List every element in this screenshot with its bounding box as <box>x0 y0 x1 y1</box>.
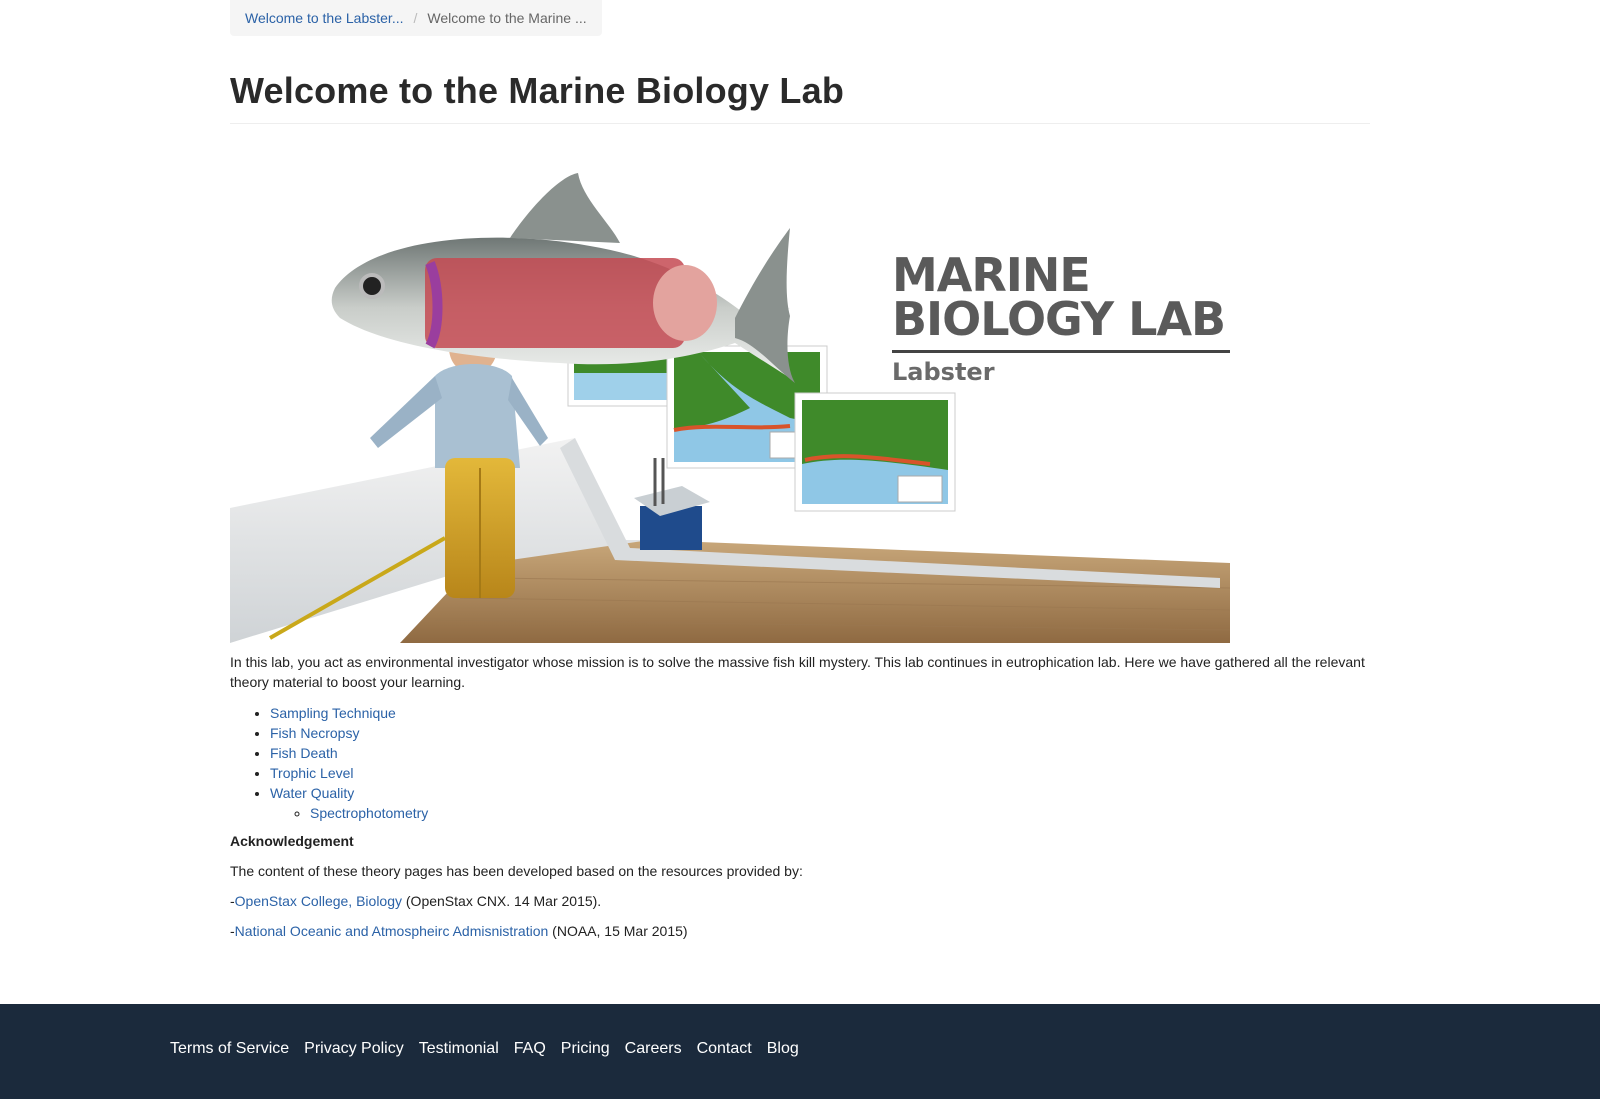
topic-link-fish-necropsy[interactable]: Fish Necropsy <box>270 725 359 741</box>
list-item: Water Quality Spectrophotometry <box>270 783 428 823</box>
footer-link-testimonial[interactable]: Testimonial <box>419 1040 499 1058</box>
cooler <box>634 458 710 550</box>
hero-illustration <box>230 173 1230 643</box>
footer-nav: Terms of Service Privacy Policy Testimon… <box>170 1040 799 1058</box>
acknowledgement-heading: Acknowledgement <box>230 833 354 849</box>
breadcrumb-separator: / <box>413 10 418 26</box>
map-panel-3 <box>794 392 956 512</box>
title-divider <box>230 123 1370 124</box>
noaa-link[interactable]: National Oceanic and Atmospheirc Admisni… <box>235 923 549 939</box>
hero-image: MARINE BIOLOGY LAB Labster <box>230 168 1230 643</box>
topic-link-spectrophotometry[interactable]: Spectrophotometry <box>310 805 428 821</box>
acknowledgement-text: The content of these theory pages has be… <box>230 863 803 879</box>
list-item: Fish Necropsy <box>270 723 428 743</box>
reference-suffix: (NOAA, 15 Mar 2015) <box>548 923 688 939</box>
list-item: Spectrophotometry <box>310 803 428 823</box>
reference-suffix: (OpenStax CNX. 14 Mar 2015). <box>402 893 602 909</box>
topic-link-sampling-technique[interactable]: Sampling Technique <box>270 705 396 721</box>
list-item: Sampling Technique <box>270 703 428 723</box>
breadcrumb: Welcome to the Labster... / Welcome to t… <box>230 0 602 36</box>
breadcrumb-current: Welcome to the Marine ... <box>427 10 587 26</box>
footer-link-pricing[interactable]: Pricing <box>561 1040 610 1058</box>
topic-link-water-quality[interactable]: Water Quality <box>270 785 354 801</box>
footer-link-blog[interactable]: Blog <box>767 1040 799 1058</box>
subtopic-list: Spectrophotometry <box>270 803 428 823</box>
footer-link-faq[interactable]: FAQ <box>514 1040 546 1058</box>
list-item: Trophic Level <box>270 763 428 783</box>
topic-link-trophic-level[interactable]: Trophic Level <box>270 765 354 781</box>
footer-link-privacy-policy[interactable]: Privacy Policy <box>304 1040 404 1058</box>
intro-paragraph: In this lab, you act as environmental in… <box>230 654 1365 690</box>
footer: Terms of Service Privacy Policy Testimon… <box>0 1004 1600 1099</box>
footer-link-terms-of-service[interactable]: Terms of Service <box>170 1040 289 1058</box>
openstax-link[interactable]: OpenStax College, Biology <box>235 893 402 909</box>
acknowledgement-reference-noaa: -National Oceanic and Atmospheirc Admisn… <box>230 923 688 939</box>
page: Welcome to the Labster... / Welcome to t… <box>0 0 1600 1099</box>
hero-subtitle: Labster <box>892 358 995 386</box>
breadcrumb-link-labster[interactable]: Welcome to the Labster... <box>245 10 404 26</box>
fish-dissection-panel <box>425 258 685 348</box>
footer-link-careers[interactable]: Careers <box>625 1040 682 1058</box>
hero-title-line2: BIOLOGY LAB <box>892 292 1226 346</box>
list-item: Fish Death <box>270 743 428 763</box>
page-title: Welcome to the Marine Biology Lab <box>230 70 845 111</box>
topic-list: Sampling Technique Fish Necropsy Fish De… <box>230 703 428 823</box>
topic-link-fish-death[interactable]: Fish Death <box>270 745 338 761</box>
acknowledgement-reference-openstax: -OpenStax College, Biology (OpenStax CNX… <box>230 893 601 909</box>
footer-link-contact[interactable]: Contact <box>697 1040 752 1058</box>
hero-divider <box>892 350 1230 353</box>
